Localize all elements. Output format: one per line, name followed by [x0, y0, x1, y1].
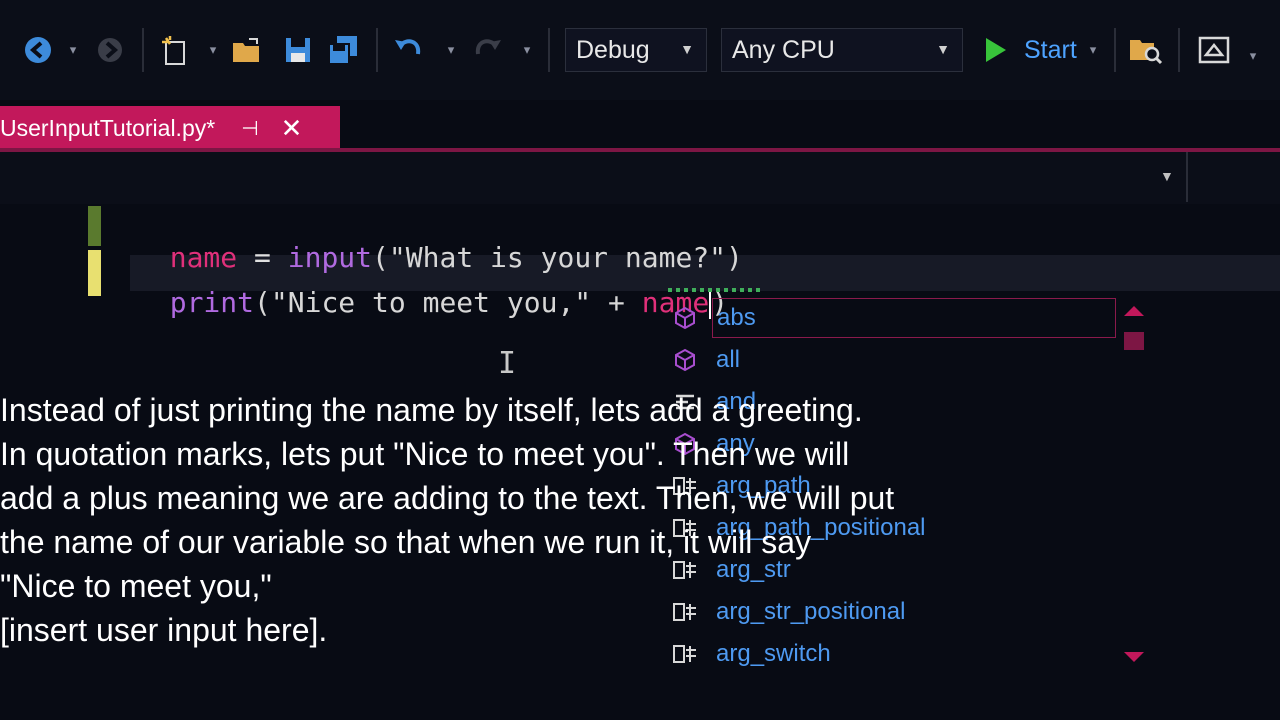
- chevron-down-icon: ▼: [680, 41, 694, 57]
- find-in-files-icon[interactable]: [1128, 32, 1164, 68]
- platform-value: Any CPU: [732, 35, 835, 64]
- caption-line: In quotation marks, lets put "Nice to me…: [0, 436, 850, 472]
- new-dropdown-icon[interactable]: ▾: [206, 40, 220, 60]
- tab-title: UserInputTutorial.py*: [0, 114, 216, 141]
- save-icon[interactable]: [280, 32, 316, 68]
- navigation-bar: ▼: [0, 152, 1280, 204]
- toolbar-separator: [1178, 28, 1180, 72]
- chevron-down-icon: ▼: [936, 41, 950, 57]
- completion-item-selected[interactable]: abs: [712, 298, 1116, 338]
- back-dropdown-icon[interactable]: ▾: [66, 40, 80, 60]
- completion-label: abs: [717, 304, 756, 331]
- start-label: Start: [1024, 35, 1077, 64]
- open-icon[interactable]: [230, 32, 266, 68]
- error-squiggle: [668, 288, 764, 292]
- caption-line: Instead of just printing the name by its…: [0, 392, 863, 428]
- caption-line: [insert user input here].: [0, 612, 328, 648]
- back-icon[interactable]: [20, 32, 56, 68]
- toolbar-separator: [548, 28, 550, 72]
- scope-dropdown[interactable]: [0, 152, 1188, 202]
- caption-line: add a plus meaning we are adding to the …: [0, 480, 895, 516]
- undo-dropdown-icon[interactable]: ▾: [444, 40, 458, 60]
- close-icon[interactable]: ✕: [281, 113, 303, 144]
- saved-change-marker: [88, 206, 101, 246]
- code-token-function: print: [169, 286, 255, 319]
- caption-line: the name of our variable so that when we…: [0, 524, 812, 560]
- scrollbar-thumb[interactable]: [1124, 332, 1144, 350]
- redo-icon: [470, 32, 506, 68]
- toolbar-overflow-icon[interactable]: ▾: [1246, 46, 1260, 66]
- unsaved-change-marker: [88, 250, 101, 296]
- play-icon: [986, 38, 1006, 62]
- toolbar-separator: [376, 28, 378, 72]
- toolbar-separator: [142, 28, 144, 72]
- platform-combo[interactable]: Any CPU ▼: [721, 28, 963, 72]
- start-dropdown-icon[interactable]: ▾: [1086, 40, 1100, 60]
- cube-icon: [670, 303, 700, 333]
- video-caption: Instead of just printing the name by its…: [0, 388, 1060, 652]
- ibeam-cursor-icon: I: [498, 346, 517, 381]
- redo-dropdown-icon: ▾: [523, 42, 531, 57]
- save-all-icon[interactable]: [326, 32, 362, 68]
- document-tab[interactable]: UserInputTutorial.py* ⊣ ✕: [0, 106, 340, 150]
- code-token-args: ("Nice to meet you," +: [254, 286, 642, 319]
- solution-explorer-icon[interactable]: [1196, 32, 1232, 68]
- config-value: Debug: [576, 35, 650, 64]
- config-combo[interactable]: Debug ▼: [565, 28, 707, 72]
- scroll-down-icon[interactable]: [1124, 652, 1144, 662]
- code-line-2[interactable]: print("Nice to meet you," + name): [136, 253, 728, 319]
- toolbar-separator: [1114, 28, 1116, 72]
- undo-icon[interactable]: [390, 32, 426, 68]
- start-button[interactable]: Start: [982, 28, 1077, 72]
- cube-icon: [670, 345, 700, 375]
- new-project-icon[interactable]: [158, 32, 194, 68]
- toolbar: ▾ ▾ ▾ ▾ Debug ▼ Any CPU ▼ Start ▾ ▾: [0, 0, 1280, 100]
- scroll-up-icon[interactable]: [1124, 306, 1144, 316]
- forward-icon: [92, 32, 128, 68]
- completion-label: all: [716, 346, 741, 373]
- chevron-down-icon[interactable]: ▼: [1160, 168, 1174, 184]
- completion-item[interactable]: all: [664, 340, 1124, 380]
- pin-icon[interactable]: ⊣: [241, 116, 258, 141]
- caption-line: "Nice to meet you,": [0, 568, 272, 604]
